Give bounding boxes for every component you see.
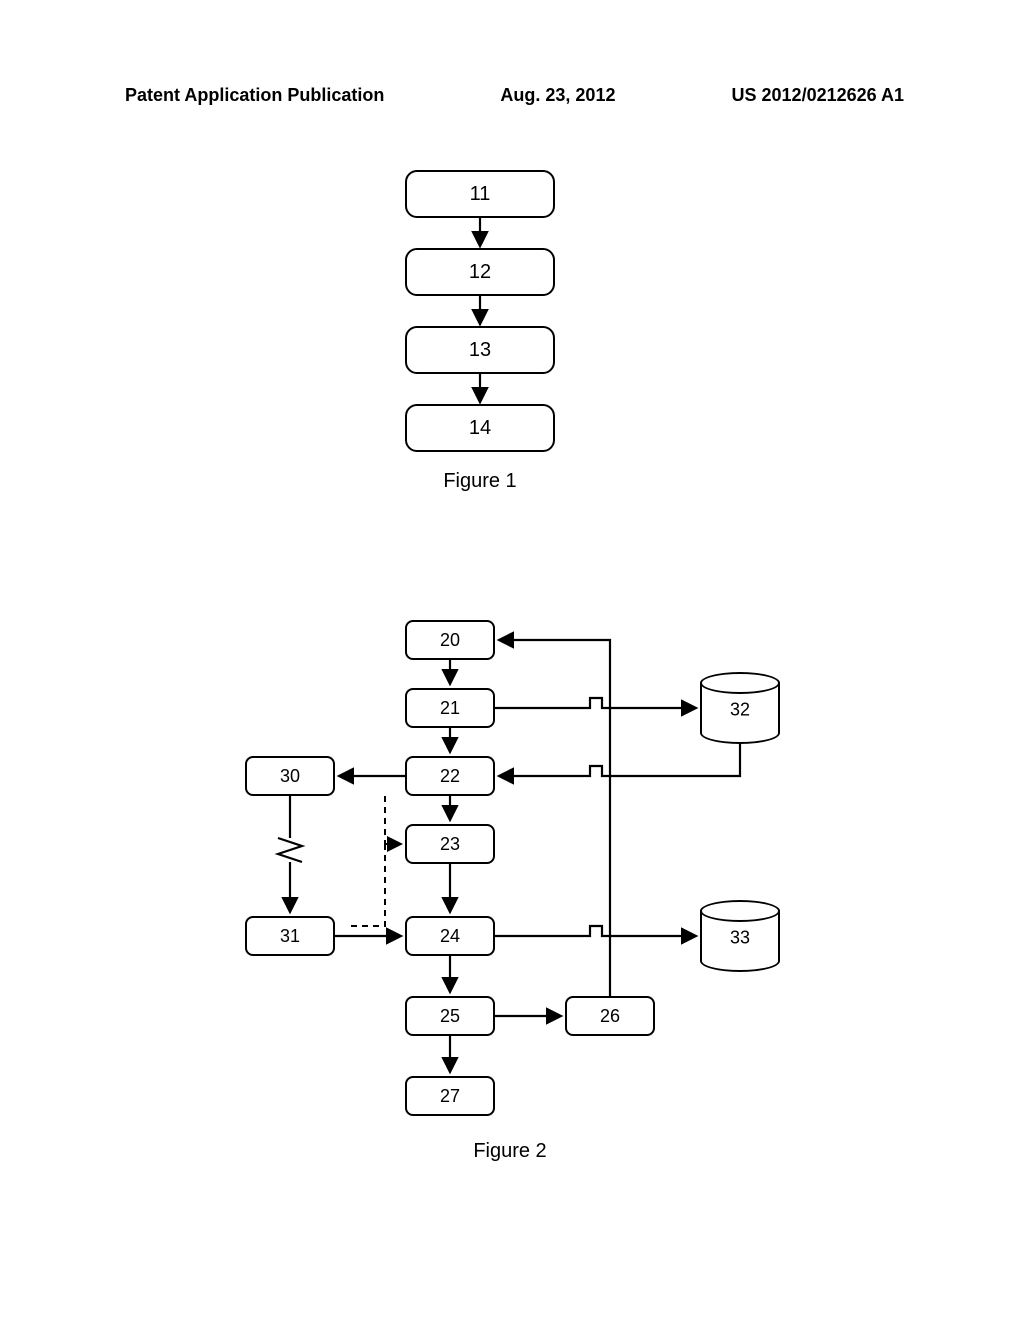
fig2-cyl-32: 32 <box>700 672 780 744</box>
fig1-box-13: 13 <box>405 326 555 374</box>
fig2-box-23: 23 <box>405 824 495 864</box>
fig1-box-14: 14 <box>405 404 555 452</box>
fig2-box-24: 24 <box>405 916 495 956</box>
fig2-box-25: 25 <box>405 996 495 1036</box>
fig2-box-31: 31 <box>245 916 335 956</box>
fig2-box-27: 27 <box>405 1076 495 1116</box>
figure-1-caption: Figure 1 <box>380 470 580 493</box>
page-header: Patent Application Publication Aug. 23, … <box>0 85 1024 106</box>
fig2-box-26: 26 <box>565 996 655 1036</box>
diagram-area: 11 12 13 14 Figure 1 20 21 22 23 24 25 2… <box>0 140 1024 1240</box>
fig1-box-12: 12 <box>405 248 555 296</box>
fig2-box-30: 30 <box>245 756 335 796</box>
fig1-box-11: 11 <box>405 170 555 218</box>
fig2-cyl-33: 33 <box>700 900 780 972</box>
fig2-box-20: 20 <box>405 620 495 660</box>
header-publication: Patent Application Publication <box>125 85 384 106</box>
figure-1: 11 12 13 14 Figure 1 <box>380 170 580 493</box>
header-date: Aug. 23, 2012 <box>500 85 615 106</box>
fig2-cyl-32-label: 32 <box>730 700 750 721</box>
figure-2: 20 21 22 23 24 25 27 30 31 26 32 33 <box>190 620 830 1170</box>
figure-2-caption: Figure 2 <box>190 1140 830 1163</box>
fig2-box-21: 21 <box>405 688 495 728</box>
header-pubno: US 2012/0212626 A1 <box>732 85 904 106</box>
fig2-box-22: 22 <box>405 756 495 796</box>
fig2-cyl-33-label: 33 <box>730 928 750 949</box>
